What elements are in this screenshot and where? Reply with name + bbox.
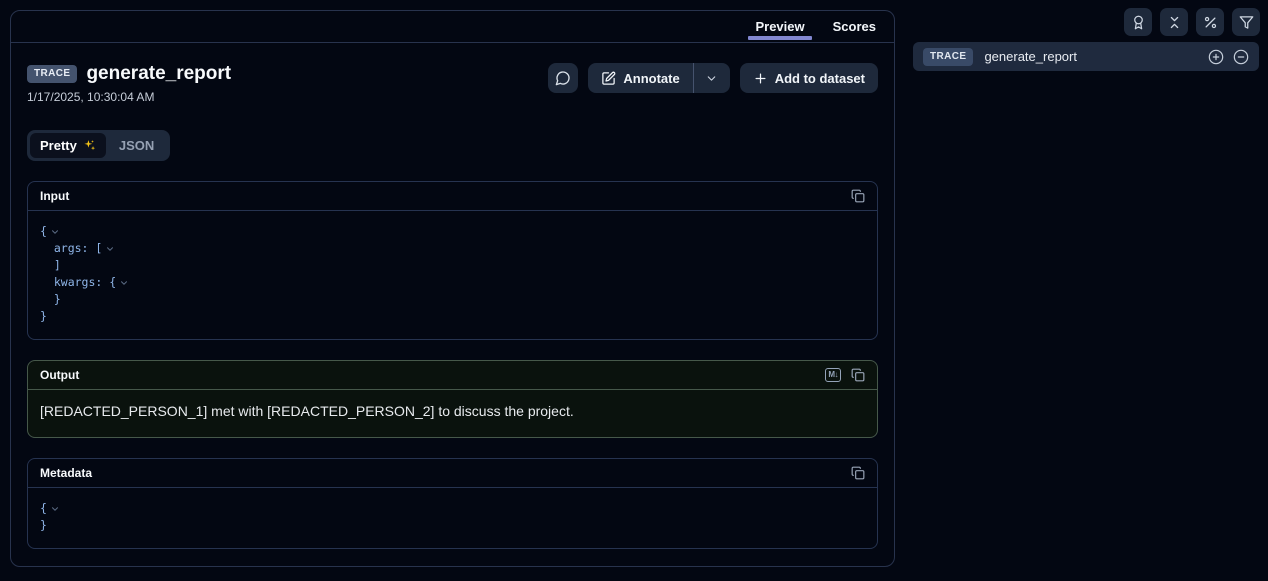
collapse-all-button[interactable]: [1233, 49, 1249, 65]
output-text: [REDACTED_PERSON_1] met with [REDACTED_P…: [28, 390, 877, 437]
pretty-toggle-option[interactable]: Pretty: [30, 133, 106, 158]
trace-detail-panel: Preview Scores TRACE generate_report 1/1…: [10, 10, 895, 567]
json-line: }: [40, 308, 865, 325]
award-icon: [1131, 15, 1146, 30]
trace-header: TRACE generate_report 1/17/2025, 10:30:0…: [27, 63, 231, 104]
json-line: {: [40, 500, 865, 517]
view-mode-toggle: Pretty JSON: [27, 130, 170, 161]
chevron-down-icon: [705, 72, 718, 85]
input-json-tree: { args: [ ] kwargs: { }}: [28, 211, 877, 339]
collapse-tree-button[interactable]: [1160, 8, 1188, 36]
comment-button[interactable]: [548, 63, 578, 93]
add-to-dataset-label: Add to dataset: [775, 71, 865, 86]
filter-button[interactable]: [1232, 8, 1260, 36]
collapse-vertical-icon: [1167, 15, 1182, 30]
pretty-label: Pretty: [40, 138, 77, 153]
copy-icon[interactable]: [851, 466, 865, 480]
input-card-title: Input: [40, 189, 69, 203]
preview-scores-tabbar: Preview Scores: [11, 11, 894, 43]
sparkles-icon: [83, 139, 96, 152]
tab-scores-label: Scores: [833, 19, 876, 34]
annotate-pencil-icon: [601, 71, 616, 86]
copy-icon[interactable]: [851, 189, 865, 203]
json-toggle-option[interactable]: JSON: [106, 133, 167, 158]
metrics-button[interactable]: [1196, 8, 1224, 36]
metadata-json-tree: {}: [28, 488, 877, 548]
add-to-dataset-button[interactable]: Add to dataset: [740, 63, 878, 93]
trace-type-badge: TRACE: [923, 48, 973, 66]
json-label: JSON: [119, 138, 154, 153]
trace-tree-row-label: generate_report: [984, 49, 1077, 64]
percent-icon: [1203, 15, 1218, 30]
json-line: ]: [40, 257, 865, 274]
annotate-scores-button[interactable]: [1124, 8, 1152, 36]
collapse-chevron-icon[interactable]: [50, 227, 60, 237]
trace-row-actions: [1208, 49, 1249, 65]
collapse-chevron-icon[interactable]: [50, 504, 60, 514]
collapse-chevron-icon[interactable]: [105, 244, 115, 254]
minus-circle-icon: [1233, 49, 1249, 65]
json-line: kwargs: {: [40, 274, 865, 291]
plus-circle-icon: [1208, 49, 1224, 65]
trace-timestamp: 1/17/2025, 10:30:04 AM: [27, 90, 231, 104]
trace-tree-row[interactable]: TRACE generate_report: [913, 42, 1259, 71]
json-line: }: [40, 291, 865, 308]
expand-all-button[interactable]: [1208, 49, 1224, 65]
json-line: }: [40, 517, 865, 534]
annotate-split-button: Annotate: [588, 63, 729, 93]
tab-preview-label: Preview: [755, 19, 804, 34]
input-card: Input { args: [ ] kwargs: { }}: [27, 181, 878, 340]
annotate-button[interactable]: Annotate: [588, 63, 692, 93]
annotate-dropdown-button[interactable]: [694, 63, 730, 93]
plus-icon: [753, 71, 768, 86]
tab-scores[interactable]: Scores: [819, 11, 890, 42]
output-card: Output M↓ [REDACTED_PERSON_1] met with […: [27, 360, 878, 438]
trace-type-badge: TRACE: [27, 65, 77, 83]
metadata-card: Metadata {}: [27, 458, 878, 549]
comment-icon: [555, 70, 571, 86]
json-line: args: [: [40, 240, 865, 257]
metadata-card-title: Metadata: [40, 466, 92, 480]
tab-preview[interactable]: Preview: [741, 11, 818, 42]
output-card-title: Output: [40, 368, 79, 382]
filter-icon: [1239, 15, 1254, 30]
markdown-icon[interactable]: M↓: [825, 368, 841, 382]
collapse-chevron-icon[interactable]: [119, 278, 129, 288]
json-line: {: [40, 223, 865, 240]
sidebar-toolbar: [1124, 8, 1260, 36]
annotate-label: Annotate: [623, 71, 679, 86]
copy-icon[interactable]: [851, 368, 865, 382]
page-title: generate_report: [86, 63, 231, 85]
header-actions: Annotate Add to dataset: [548, 63, 878, 93]
